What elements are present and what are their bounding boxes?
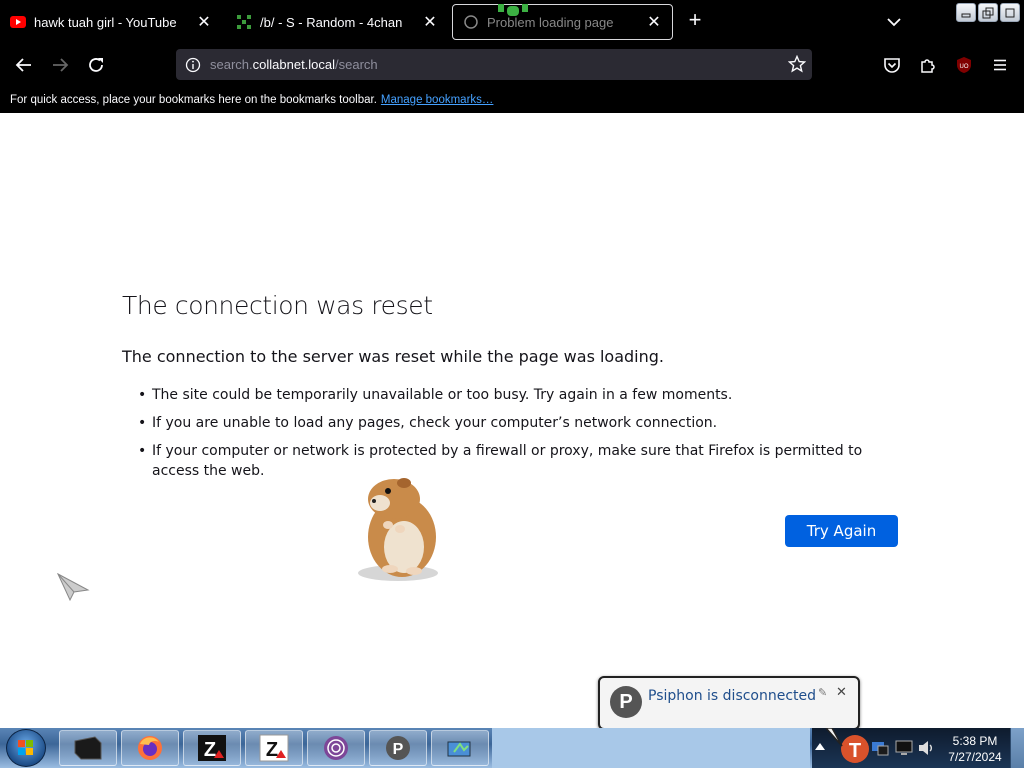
monitor-tray-icon[interactable]: [894, 738, 914, 758]
monitor-icon: [447, 741, 471, 757]
page-title: The connection was reset: [122, 291, 433, 320]
terminal-icon: [74, 736, 102, 760]
hamburger-menu-icon: [994, 59, 1006, 71]
extensions-button[interactable]: [915, 52, 941, 78]
zlibrary-icon: Z: [259, 734, 289, 762]
warning-icon: [463, 14, 479, 30]
tab-title: /b/ - S - Random - 4chan: [260, 14, 403, 30]
chevron-down-icon[interactable]: [884, 12, 904, 32]
reload-button[interactable]: [83, 52, 109, 78]
taskbar-empty-area: [492, 728, 810, 768]
info-icon[interactable]: [184, 56, 202, 74]
close-window-button[interactable]: [1000, 3, 1020, 22]
forward-button[interactable]: [47, 52, 73, 78]
list-item: If your computer or network is protected…: [138, 441, 908, 481]
list-item: The site could be temporarily unavailabl…: [138, 385, 908, 405]
ublock-shield-icon: UO: [957, 57, 971, 73]
hamster-illustration: [358, 478, 438, 581]
close-icon[interactable]: ✕: [644, 12, 664, 32]
url-text: search.collabnet.local/search: [210, 57, 378, 72]
chevron-up-icon[interactable]: [814, 740, 826, 754]
pin-icon[interactable]: ✎: [818, 686, 827, 699]
bookmarks-toolbar: For quick access, place your bookmarks h…: [0, 86, 1024, 113]
minimize-button[interactable]: [956, 3, 976, 22]
manage-bookmarks-link[interactable]: Manage bookmarks…: [381, 94, 494, 106]
navigation-bar: search.collabnet.local/search UO: [0, 44, 1024, 86]
svg-text:UO: UO: [960, 64, 969, 70]
list-item: If you are unable to load any pages, che…: [138, 413, 908, 433]
show-desktop-button[interactable]: [1010, 728, 1024, 768]
start-button[interactable]: [6, 729, 46, 767]
tab-4chan[interactable]: /b/ - S - Random - 4chan ✕: [226, 4, 448, 40]
error-suggestions: The site could be temporarily unavailabl…: [138, 385, 908, 489]
network-icon[interactable]: [870, 738, 890, 758]
psiphon-notification[interactable]: P Psiphon is disconnected ✎ ✕: [598, 676, 860, 730]
menu-button[interactable]: [987, 52, 1013, 78]
youtube-icon: [10, 14, 26, 30]
page-content: The connection was reset The connection …: [0, 113, 1024, 728]
reload-icon: [89, 58, 103, 72]
notification-tail: [826, 728, 843, 747]
window-controls: [956, 3, 1020, 22]
taskbar-app-terminal[interactable]: [59, 730, 117, 766]
svg-text:P: P: [393, 741, 404, 758]
firefox-icon: [138, 736, 162, 760]
taskbar: Z Z P T 5:38 PM 7/27/2024: [0, 728, 1024, 768]
taskbar-app-tor[interactable]: [307, 730, 365, 766]
notification-message: Psiphon is disconnected: [648, 688, 817, 704]
close-icon[interactable]: ✕: [420, 12, 440, 32]
star-icon[interactable]: [788, 55, 806, 73]
svg-text:T: T: [849, 740, 861, 762]
paper-plane-cursor-icon: [56, 572, 90, 602]
zlibrary-icon: Z: [198, 735, 226, 761]
tor-browser-icon: [324, 736, 348, 760]
arrow-left-icon: [15, 58, 31, 72]
loading-indicator-icon: [498, 4, 528, 16]
4chan-icon: [236, 14, 252, 30]
ublock-button[interactable]: UO: [951, 52, 977, 78]
psiphon-icon: P: [386, 736, 410, 760]
taskbar-app-firefox[interactable]: [121, 730, 179, 766]
bookmarks-hint: For quick access, place your bookmarks h…: [10, 93, 377, 106]
url-prefix: search.: [210, 57, 253, 72]
pocket-icon: [884, 58, 900, 73]
clock[interactable]: 5:38 PM 7/27/2024: [940, 728, 1010, 768]
restore-button[interactable]: [978, 3, 998, 22]
clock-date: 7/27/2024: [948, 750, 1002, 764]
psiphon-logo-icon: P: [610, 686, 642, 718]
close-icon[interactable]: ✕: [836, 684, 847, 700]
pocket-button[interactable]: [879, 52, 905, 78]
try-again-button[interactable]: Try Again: [785, 515, 898, 547]
windows-logo-icon: [18, 740, 33, 755]
new-tab-button[interactable]: +: [684, 9, 706, 32]
back-button[interactable]: [11, 52, 37, 78]
tab-bar: hawk tuah girl - YouTube ✕ /b/ - S - Ran…: [0, 0, 1024, 44]
error-description: The connection to the server was reset w…: [122, 347, 665, 366]
tab-youtube[interactable]: hawk tuah girl - YouTube ✕: [0, 4, 222, 40]
tab-title: hawk tuah girl - YouTube: [34, 14, 177, 30]
tab-title: Problem loading page: [487, 14, 614, 30]
url-host: collabnet.local: [252, 57, 336, 72]
taskbar-app-z-2[interactable]: Z: [245, 730, 303, 766]
arrow-right-icon: [53, 58, 69, 72]
tab-problem-loading[interactable]: Problem loading page ✕: [452, 4, 673, 40]
clock-time: 5:38 PM: [952, 734, 998, 748]
url-path: /search: [335, 57, 378, 72]
close-icon[interactable]: ✕: [194, 12, 214, 32]
taskbar-app-monitor[interactable]: [431, 730, 489, 766]
puzzle-icon: [921, 59, 935, 73]
taskbar-app-z-1[interactable]: Z: [183, 730, 241, 766]
taskbar-app-psiphon[interactable]: P: [369, 730, 427, 766]
url-bar[interactable]: search.collabnet.local/search: [176, 49, 812, 80]
volume-icon[interactable]: [916, 738, 936, 758]
